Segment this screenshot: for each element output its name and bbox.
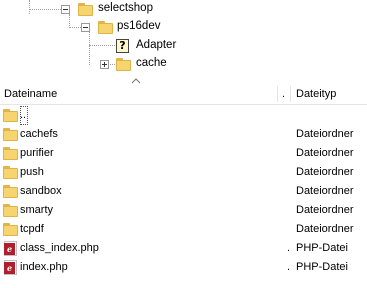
tree-node-label: Adapter — [136, 39, 177, 51]
tree-node-cache[interactable]: cache — [0, 55, 367, 73]
folder-icon — [3, 223, 18, 236]
folder-icon — [3, 128, 18, 141]
column-divider[interactable] — [277, 86, 278, 102]
file-type: PHP-Datei — [296, 242, 348, 254]
file-extension: . — [287, 261, 291, 273]
php-file-icon: e — [4, 241, 17, 256]
expand-toggle[interactable] — [100, 60, 109, 69]
file-type: Dateiordner — [296, 185, 354, 197]
file-name: class_index.php — [20, 242, 99, 254]
file-name: smarty — [20, 204, 53, 216]
list-item[interactable]: e class_index.php . PHP-Datei — [0, 239, 367, 258]
column-header-name[interactable]: Dateiname — [4, 84, 274, 104]
column-divider[interactable] — [290, 86, 291, 102]
file-list: .. cachefs Dateiordner purifier Dateiord… — [0, 104, 367, 288]
tree-node-label: selectshop — [98, 2, 153, 14]
file-type: Dateiordner — [296, 147, 354, 159]
folder-tree: selectshop ps16dev ? Adapter cache — [0, 0, 367, 76]
file-name: cachefs — [20, 128, 58, 140]
list-item[interactable]: .. — [0, 106, 367, 125]
folder-icon — [3, 185, 18, 198]
tree-node-selectshop[interactable]: selectshop — [0, 0, 367, 18]
file-type: Dateiordner — [296, 166, 354, 178]
column-header-extension[interactable]: . — [282, 84, 290, 104]
list-item[interactable]: cachefs Dateiordner — [0, 125, 367, 144]
tree-node-label: cache — [136, 57, 167, 69]
file-name: sandbox — [20, 185, 62, 197]
list-item[interactable]: sandbox Dateiordner — [0, 182, 367, 201]
tree-node-label: ps16dev — [117, 20, 161, 32]
folder-icon — [3, 109, 18, 122]
file-name: index.php — [20, 261, 68, 273]
list-item[interactable]: smarty Dateiordner — [0, 201, 367, 220]
list-item[interactable]: e index.php . PHP-Datei — [0, 258, 367, 277]
collapse-toggle[interactable] — [61, 5, 70, 14]
folder-icon — [3, 166, 18, 179]
file-name: push — [20, 166, 44, 178]
column-header: Dateiname . Dateityp — [0, 84, 367, 105]
file-extension: . — [287, 242, 291, 254]
file-name: .. — [20, 106, 29, 125]
list-item[interactable]: tcpdf Dateiordner — [0, 220, 367, 239]
php-file-icon: e — [4, 260, 17, 275]
folder-icon — [3, 204, 18, 217]
question-mark-icon: ? — [116, 39, 129, 53]
tree-node-adapter[interactable]: ? Adapter — [0, 37, 367, 55]
column-header-type[interactable]: Dateityp — [296, 84, 366, 104]
file-type: PHP-Datei — [296, 261, 348, 273]
collapse-toggle[interactable] — [81, 23, 90, 32]
tree-node-ps16dev[interactable]: ps16dev — [0, 18, 367, 36]
list-item[interactable]: purifier Dateiordner — [0, 144, 367, 163]
file-name: tcpdf — [20, 223, 44, 235]
file-type: Dateiordner — [296, 223, 354, 235]
list-item[interactable]: push Dateiordner — [0, 163, 367, 182]
file-type: Dateiordner — [296, 204, 354, 216]
folder-icon — [78, 3, 93, 16]
file-name: purifier — [20, 147, 54, 159]
folder-icon — [3, 147, 18, 160]
folder-icon — [98, 21, 113, 34]
folder-icon — [116, 58, 131, 71]
file-type: Dateiordner — [296, 128, 354, 140]
